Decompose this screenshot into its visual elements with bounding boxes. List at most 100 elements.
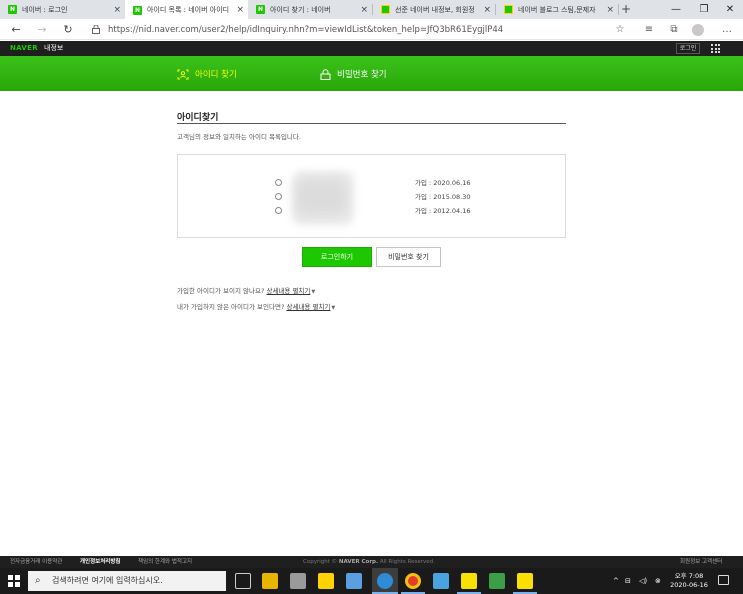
edge-browser-icon[interactable] bbox=[377, 573, 393, 589]
naver-favicon-icon bbox=[8, 5, 17, 14]
padlock-icon bbox=[320, 68, 331, 80]
tab-find-password-label: 비밀번호 찾기 bbox=[337, 70, 387, 80]
browser-address-bar: ← → ↻ https://nid.naver.com/user2/help/i… bbox=[0, 20, 743, 40]
calculator-icon[interactable] bbox=[290, 573, 306, 589]
radio-button[interactable] bbox=[275, 207, 282, 214]
browser-tab[interactable]: 아이디 찾기 : 네이버 × bbox=[248, 0, 372, 19]
browser-tab-active[interactable]: 아이디 목록 : 네이버 아이디 × bbox=[125, 0, 248, 20]
tab-title: 아이디 찾기 : 네이버 bbox=[270, 5, 331, 14]
copyright-suffix: All Rights Reserved. bbox=[379, 559, 435, 565]
id-card-icon bbox=[177, 69, 189, 79]
id-list-item[interactable]: 가입 : 2012.04.16 bbox=[275, 206, 495, 216]
chevron-down-icon[interactable]: ▼ bbox=[311, 289, 315, 295]
lock-icon[interactable] bbox=[92, 25, 100, 34]
login-button[interactable]: 로그인 bbox=[676, 43, 700, 54]
tab-title: 아이디 목록 : 네이버 아이디 bbox=[147, 6, 230, 14]
radio-button[interactable] bbox=[275, 179, 282, 186]
footer-link-support[interactable]: 회원정보 고객센터 bbox=[680, 556, 722, 568]
close-tab-icon[interactable]: × bbox=[113, 5, 121, 15]
close-tab-icon[interactable]: × bbox=[483, 5, 491, 15]
browser-tab-strip: 네이버 : 로그인 × 아이디 목록 : 네이버 아이디 × 아이디 찾기 : … bbox=[0, 0, 743, 20]
help-note-text: 내가 가입하지 않은 아이디가 보인다면? bbox=[177, 303, 285, 311]
id-list-item[interactable]: 가입 : 2020.06.16 bbox=[275, 178, 495, 188]
new-tab-button[interactable]: + bbox=[621, 0, 631, 19]
back-button[interactable]: ← bbox=[8, 22, 24, 38]
help-note: 가입한 아이디가 보이지 않나요? 상세내용 펼치기▼ bbox=[177, 285, 315, 295]
close-tab-icon[interactable]: × bbox=[360, 5, 368, 15]
radio-button[interactable] bbox=[275, 193, 282, 200]
kakaotalk-icon[interactable] bbox=[461, 573, 477, 589]
footer-link-disclaimer[interactable]: 책임의 한계와 법적고지 bbox=[138, 556, 192, 568]
chrome-icon[interactable] bbox=[405, 573, 421, 589]
profile-avatar[interactable] bbox=[692, 24, 704, 36]
clock-time: 오후 7:08 bbox=[674, 572, 704, 580]
notepad-icon[interactable] bbox=[433, 573, 449, 589]
paint-icon[interactable] bbox=[346, 573, 362, 589]
copyright-brand: NAVER Corp. bbox=[338, 559, 379, 565]
taskbar-search-box[interactable]: ⌕ 검색하려면 여기에 입력하십시오. bbox=[28, 571, 226, 591]
tray-overflow-icon[interactable]: ^ bbox=[613, 568, 619, 594]
id-list-box: 가입 : 2020.06.16 가입 : 2015.08.30 가입 : 201… bbox=[177, 154, 566, 238]
sticky-notes-icon[interactable] bbox=[318, 573, 334, 589]
favorites-list-icon[interactable]: ≡ bbox=[641, 22, 657, 38]
tab-title: 네이버 : 로그인 bbox=[22, 5, 68, 14]
naver-logo[interactable]: NAVER bbox=[10, 43, 38, 54]
minimize-button[interactable]: — bbox=[662, 0, 690, 19]
close-tab-icon[interactable]: × bbox=[236, 5, 244, 15]
apps-grid-icon[interactable] bbox=[711, 44, 720, 53]
collections-icon[interactable]: ⧉ bbox=[666, 22, 682, 38]
help-note: 내가 가입하지 않은 아이디가 보인다면? 상세내용 펼치기▼ bbox=[177, 301, 335, 311]
expand-details-link[interactable]: 상세내용 펼치기 bbox=[266, 287, 310, 295]
naver-top-bar: NAVER 내정보 로그인 bbox=[0, 41, 743, 56]
join-date: 가입 : 2020.06.16 bbox=[415, 179, 471, 187]
shortcut-app-icon[interactable] bbox=[489, 573, 505, 589]
copyright: Copyright © NAVER Corp. All Rights Reser… bbox=[303, 556, 435, 568]
join-date: 가입 : 2012.04.16 bbox=[415, 207, 471, 215]
tab-find-password[interactable]: 비밀번호 찾기 bbox=[320, 67, 387, 81]
url-field[interactable]: https://nid.naver.com/user2/help/idInqui… bbox=[108, 23, 503, 37]
browser-tab[interactable]: 네이버 블로그 스팀,문제자 × bbox=[496, 0, 618, 19]
forward-button[interactable]: → bbox=[34, 22, 50, 38]
footer-link-privacy[interactable]: 개인정보처리방침 bbox=[80, 556, 120, 568]
page-description: 고객님의 정보와 일치하는 아이디 목록입니다. bbox=[177, 133, 301, 141]
kakaotalk-icon[interactable] bbox=[517, 573, 533, 589]
task-view-icon[interactable] bbox=[235, 573, 251, 589]
close-tab-icon[interactable]: × bbox=[606, 5, 614, 15]
join-date: 가입 : 2015.08.30 bbox=[415, 193, 471, 201]
network-icon[interactable]: ⊟ bbox=[625, 568, 631, 594]
file-explorer-icon[interactable] bbox=[262, 573, 278, 589]
id-list-item[interactable]: 가입 : 2015.08.30 bbox=[275, 192, 495, 202]
more-menu-icon[interactable]: … bbox=[719, 22, 735, 38]
browser-tab[interactable]: 네이버 : 로그인 × bbox=[0, 0, 125, 19]
footer-link-terms[interactable]: 전자금융거래 이용약관 bbox=[10, 556, 62, 568]
login-submit-button[interactable]: 로그인하기 bbox=[302, 247, 372, 267]
search-icon: ⌕ bbox=[35, 575, 41, 586]
windows-start-icon[interactable] bbox=[8, 575, 20, 587]
favorite-star-icon[interactable]: ☆ bbox=[612, 22, 628, 38]
tab-divider bbox=[618, 4, 619, 15]
tab-title: 네이버 블로그 스팀,문제자 bbox=[518, 5, 596, 14]
tab-find-id[interactable]: 아이디 찾기 bbox=[177, 67, 237, 81]
chevron-down-icon[interactable]: ▼ bbox=[331, 305, 335, 311]
site-footer: 전자금융거래 이용약관 개인정보처리방침 책임의 한계와 법적고지 Copyri… bbox=[0, 556, 743, 568]
service-name[interactable]: 내정보 bbox=[44, 43, 63, 54]
find-account-nav: 아이디 찾기 비밀번호 찾기 bbox=[0, 56, 743, 91]
tray-app-icon[interactable]: ⊗ bbox=[655, 568, 661, 594]
close-window-button[interactable]: ✕ bbox=[716, 0, 743, 19]
naver-green-favicon-icon bbox=[381, 5, 390, 14]
refresh-button[interactable]: ↻ bbox=[60, 22, 76, 38]
naver-favicon-icon bbox=[256, 5, 265, 14]
page-title: 아이디찾기 bbox=[177, 113, 219, 123]
naver-favicon-icon bbox=[133, 5, 142, 15]
maximize-button[interactable]: ❐ bbox=[690, 0, 718, 19]
browser-tab[interactable]: 선준 네이버 내정보, 회원정 × bbox=[373, 0, 495, 19]
volume-icon[interactable]: ◁) bbox=[639, 568, 647, 594]
tab-find-id-label: 아이디 찾기 bbox=[195, 70, 237, 80]
system-clock[interactable]: 오후 7:08 2020-06-16 bbox=[668, 572, 710, 590]
expand-details-link[interactable]: 상세내용 펼치기 bbox=[286, 303, 330, 311]
notification-center-icon[interactable] bbox=[718, 575, 729, 585]
help-note-text: 가입한 아이디가 보이지 않나요? bbox=[177, 287, 265, 295]
title-divider bbox=[177, 123, 566, 124]
tab-title: 선준 네이버 내정보, 회원정 bbox=[395, 5, 475, 14]
find-password-button[interactable]: 비밀번호 찾기 bbox=[376, 247, 441, 267]
